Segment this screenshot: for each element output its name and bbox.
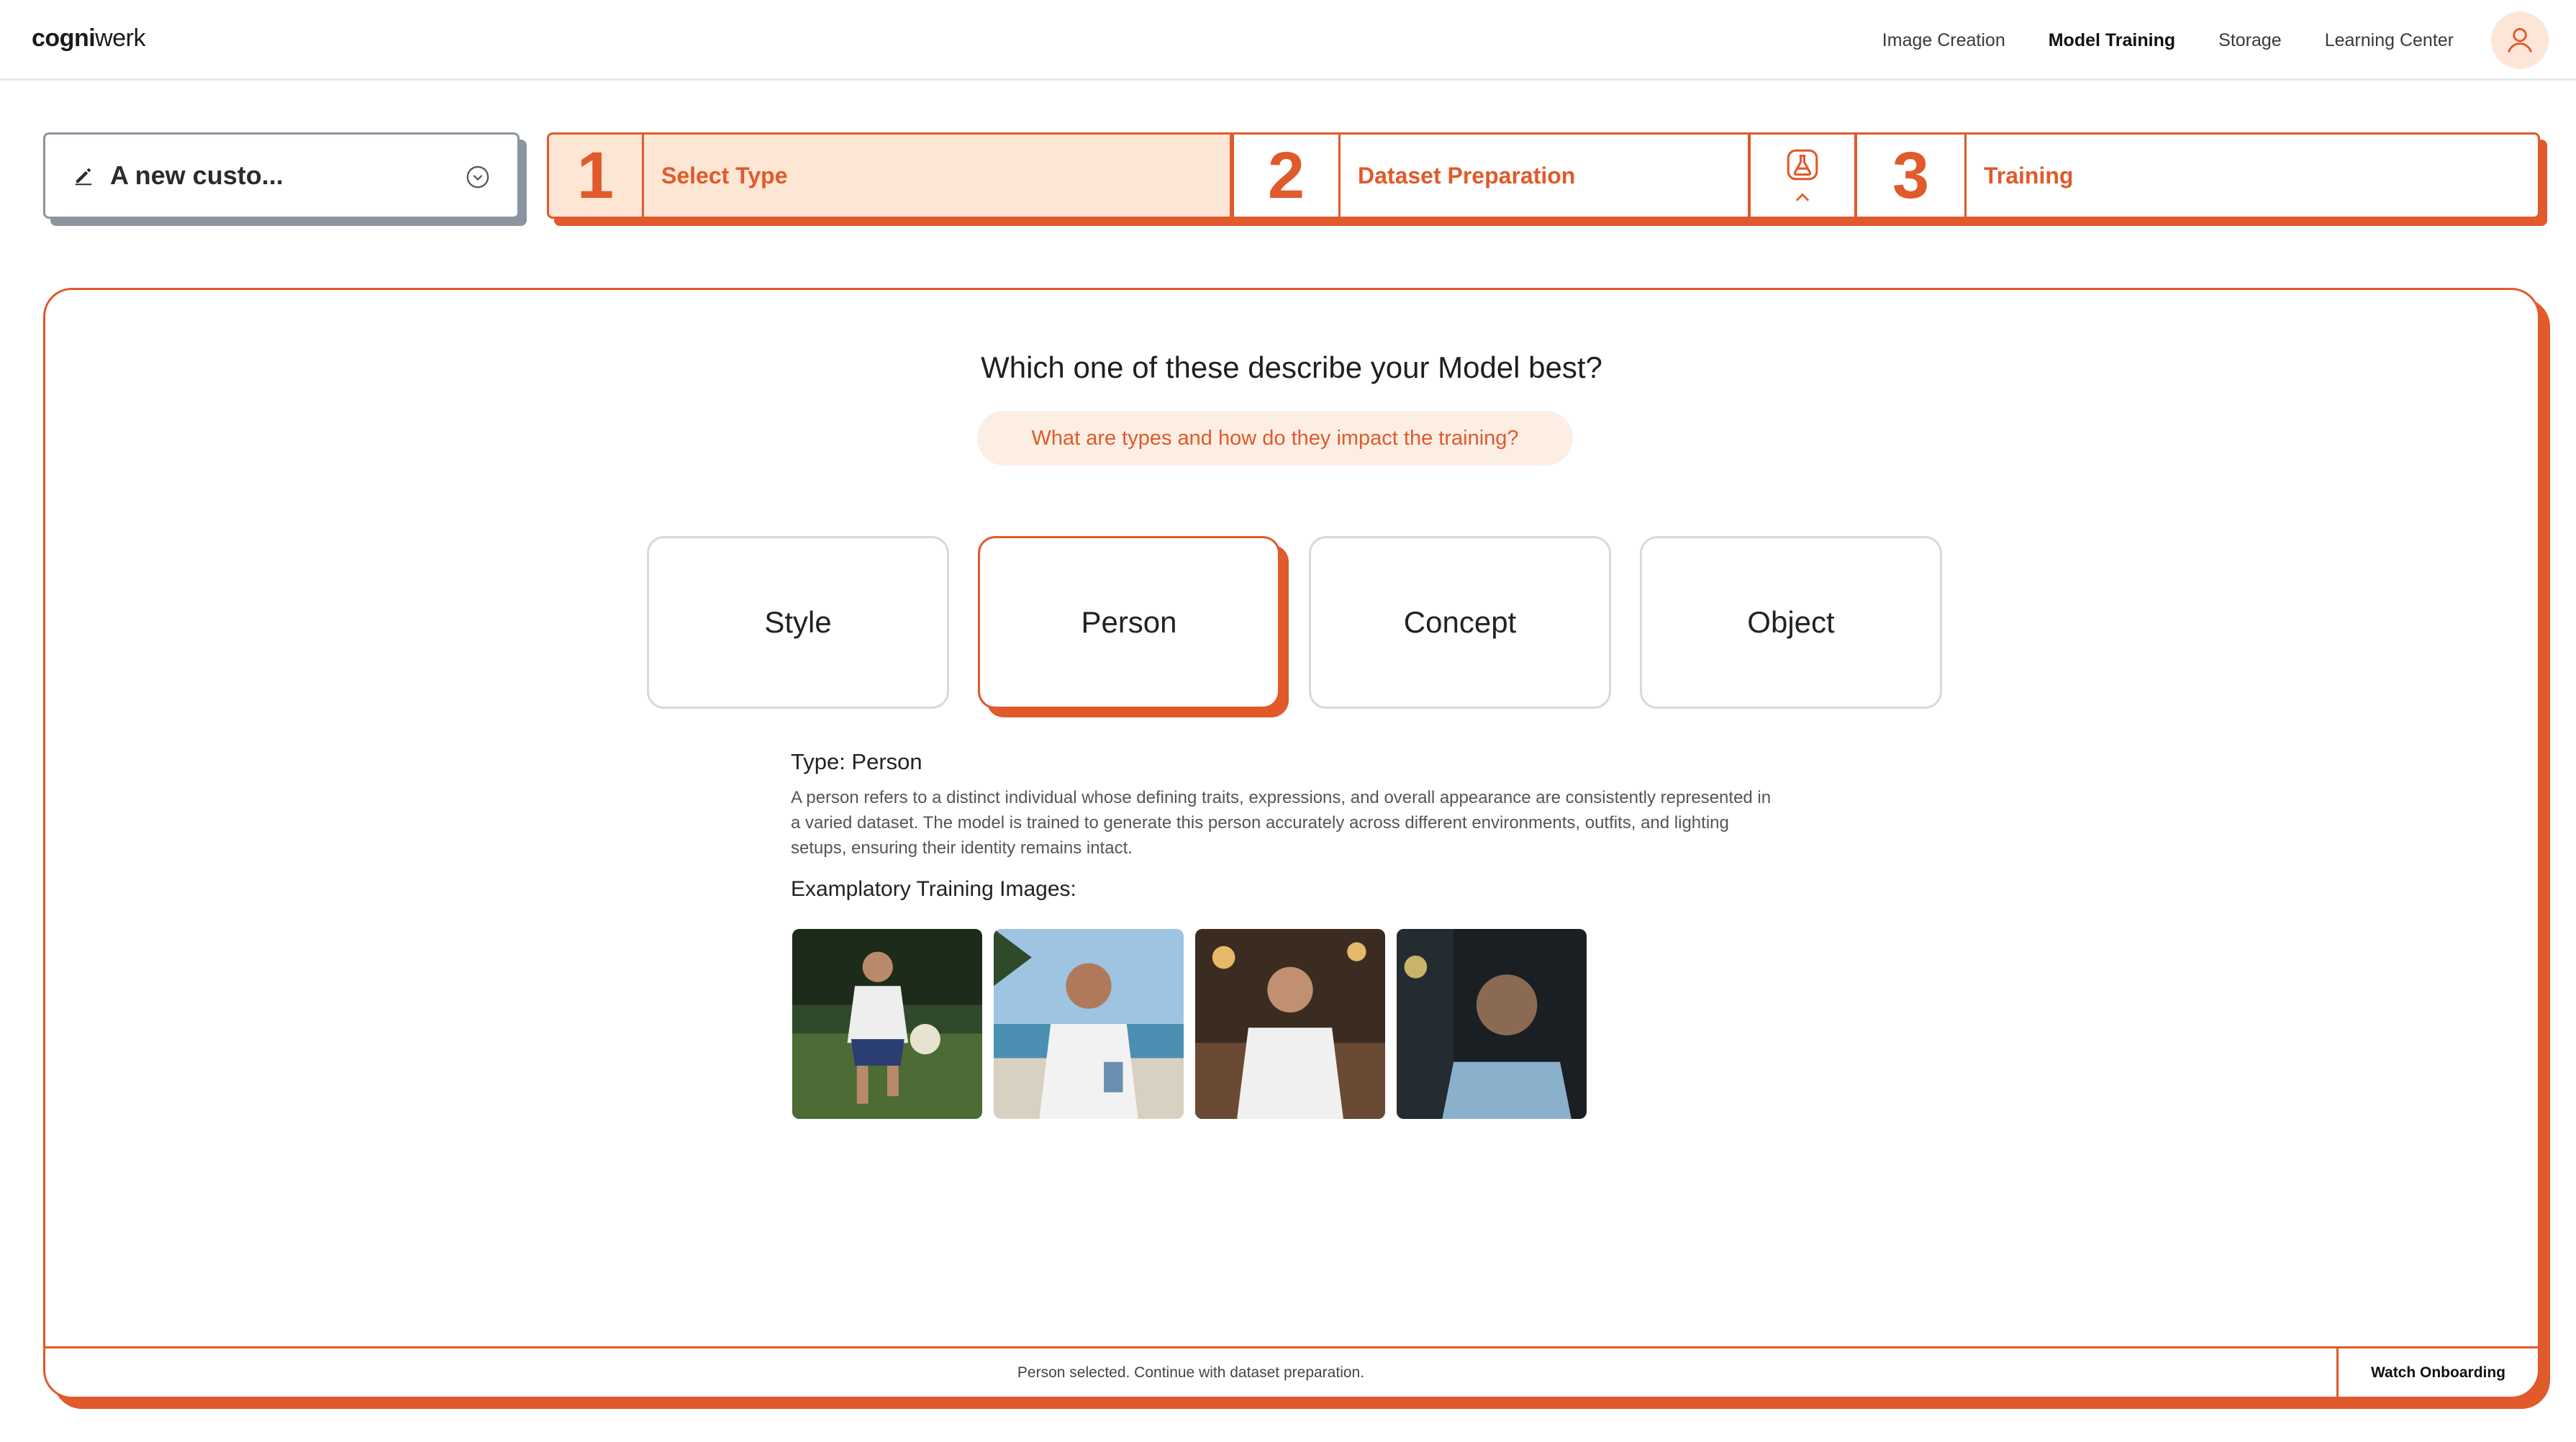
type-selection-panel: Which one of these describe your Model b…: [43, 288, 2540, 1399]
type-title: Type: Person: [791, 749, 922, 774]
type-card-style[interactable]: Style: [647, 536, 949, 709]
types-help-link[interactable]: What are types and how do they impact th…: [977, 411, 1573, 466]
flask-icon: [1787, 149, 1818, 181]
chevron-up-icon: [1795, 193, 1810, 201]
status-bar: Person selected. Continue with dataset p…: [45, 1346, 2538, 1397]
nav-link-learning-center[interactable]: Learning Center: [2325, 30, 2454, 51]
user-icon: [2508, 27, 2532, 53]
example-image[interactable]: [994, 929, 1184, 1119]
project-name: A new custo...: [110, 160, 284, 190]
step-number: 1: [549, 135, 644, 217]
step-number: 3: [1857, 135, 1967, 217]
nav-links: Image Creation Model Training Storage Le…: [1882, 0, 2454, 81]
step-dataset-preparation[interactable]: 2 Dataset Preparation: [1232, 132, 1750, 219]
watch-onboarding-button[interactable]: Watch Onboarding: [2336, 1348, 2538, 1397]
step-number: 2: [1234, 135, 1341, 217]
training-stepper: 1 Select Type 2 Dataset Preparation 3 Tr…: [547, 132, 2540, 219]
top-navbar: cogniwerk Image Creation Model Training …: [0, 0, 2576, 81]
step-label: Select Type: [661, 162, 788, 189]
type-card-concept[interactable]: Concept: [1309, 536, 1611, 709]
example-image[interactable]: [1397, 929, 1587, 1119]
step-label: Dataset Preparation: [1358, 162, 1576, 189]
step-label: Training: [1984, 162, 2074, 189]
page-question: Which one of these describe your Model b…: [981, 350, 1602, 384]
project-select[interactable]: A new custo...: [43, 132, 520, 219]
examples-label: Examplatory Training Images:: [791, 877, 1076, 901]
step-select-type[interactable]: 1 Select Type: [547, 132, 1232, 219]
test-toggle-button[interactable]: [1749, 132, 1856, 219]
step-training[interactable]: 3 Training: [1855, 132, 2540, 219]
type-card-object[interactable]: Object: [1640, 536, 1942, 709]
example-image[interactable]: [792, 929, 982, 1119]
user-avatar-button[interactable]: [2491, 12, 2549, 69]
example-images: [792, 929, 1587, 1119]
nav-link-image-creation[interactable]: Image Creation: [1882, 30, 2005, 51]
example-image[interactable]: [1195, 929, 1385, 1119]
type-card-person[interactable]: Person: [978, 536, 1280, 709]
app-logo[interactable]: cogniwerk: [32, 24, 145, 53]
pencil-icon: [75, 168, 92, 186]
nav-link-storage[interactable]: Storage: [2218, 30, 2282, 51]
nav-link-model-training[interactable]: Model Training: [2049, 30, 2175, 51]
chevron-down-circle-icon[interactable]: [466, 165, 490, 189]
status-message: Person selected. Continue with dataset p…: [1017, 1364, 1365, 1381]
type-description: A person refers to a distinct individual…: [791, 788, 1772, 858]
